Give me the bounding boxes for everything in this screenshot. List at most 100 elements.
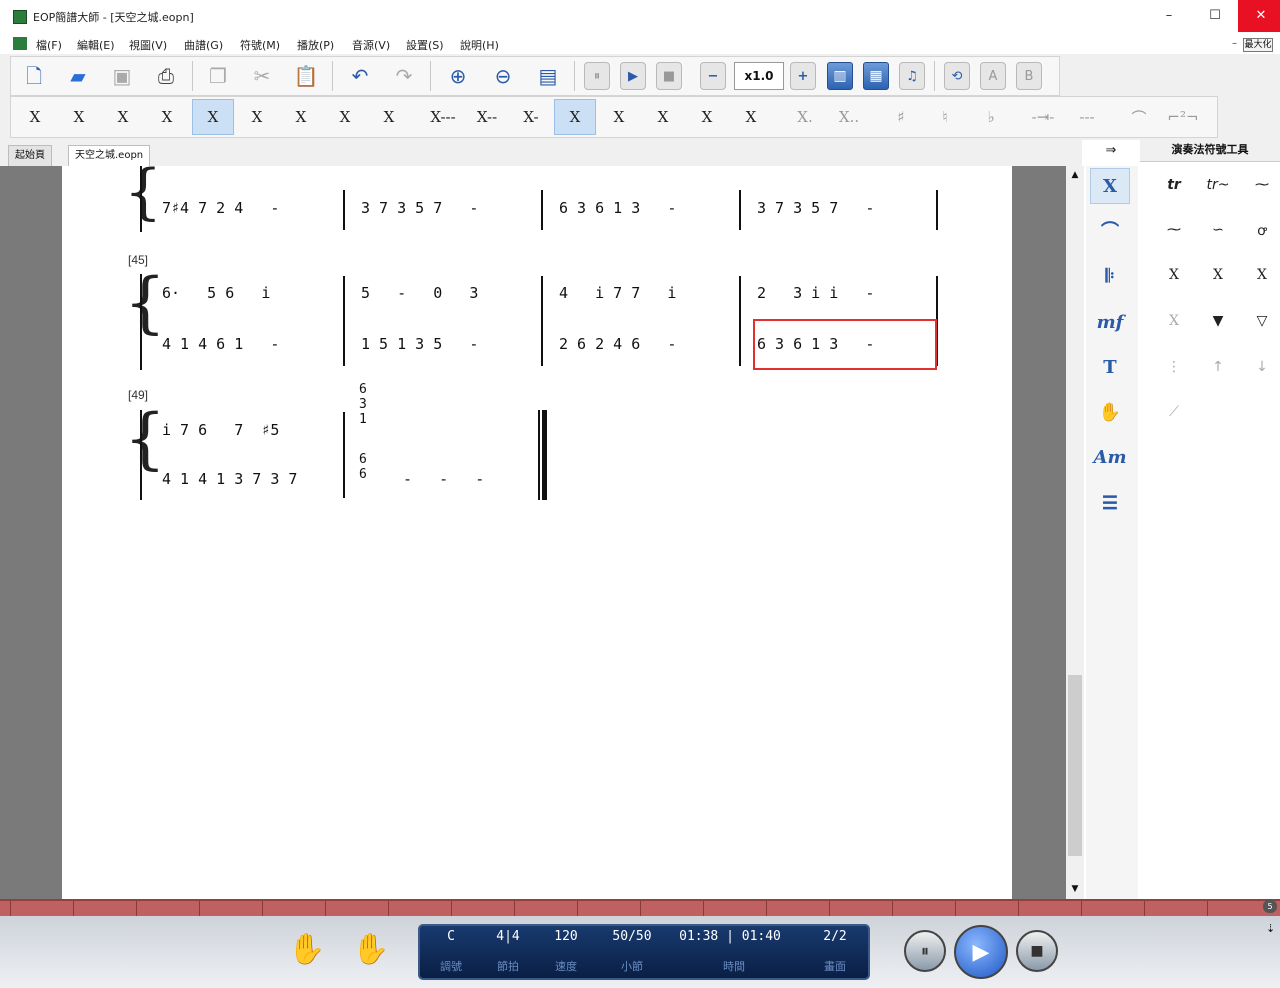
note-low1[interactable]: X [280, 99, 322, 135]
speed-down-button[interactable]: − [700, 62, 726, 90]
menu-score[interactable]: 曲譜(G) [184, 37, 223, 53]
zoom-in-button[interactable]: ⊕ [442, 60, 474, 92]
extend-button[interactable]: --- [1066, 99, 1108, 135]
page-view-button[interactable]: ▤ [532, 60, 564, 92]
cut-button[interactable]: ✂ [246, 60, 278, 92]
arpeggio-down[interactable]: ↓ [1242, 350, 1280, 384]
inverted-turn-ornament[interactable]: ꝍ [1242, 213, 1280, 247]
note-high1[interactable]: X [102, 99, 144, 135]
final-bass[interactable]: 6 6 [359, 452, 367, 482]
note-low[interactable]: X [236, 99, 278, 135]
measure-46-upper[interactable]: 5 - 0 3 [361, 284, 478, 302]
measure-44-lower[interactable]: 3 7 3 5 7 - [757, 199, 874, 217]
slur-button[interactable]: ⌒ [1118, 99, 1160, 135]
accent-outline[interactable]: ▽ [1242, 304, 1280, 338]
note-low2[interactable]: X [324, 99, 366, 135]
scroll-down-icon[interactable]: ▼ [1067, 884, 1083, 896]
copy-button[interactable]: ❐ [202, 60, 234, 92]
measure-49-lower[interactable]: 4 1 4 1 3 7 3 7 [162, 470, 297, 488]
note-high3[interactable]: X [14, 99, 56, 135]
score-page[interactable] [62, 166, 1012, 899]
layout-category-button[interactable]: ☰ [1090, 485, 1130, 521]
measure-43-lower[interactable]: 6 3 6 1 3 - [559, 199, 676, 217]
duration-64th[interactable]: X [730, 99, 772, 135]
scrollbar-thumb[interactable] [1068, 675, 1082, 856]
measure-47-lower[interactable]: 2 6 2 4 6 - [559, 335, 676, 353]
sidebar-toggle-icon[interactable]: ⇒ [1086, 141, 1136, 161]
playback-stop-button[interactable]: ■ [1016, 930, 1058, 972]
tie-button[interactable]: -⇥- [1022, 99, 1064, 135]
measure-47-upper[interactable]: 4 i 7 7 i [559, 284, 676, 302]
dynamics-category-button[interactable]: mf [1090, 304, 1130, 340]
grace-note-3[interactable]: X [1242, 258, 1280, 292]
ornament-category-button[interactable]: X [1090, 168, 1130, 204]
menu-settings[interactable]: 設置(S) [406, 37, 444, 53]
lower-mordent-ornament[interactable]: ⁓ [1154, 213, 1194, 247]
tab-start-page[interactable]: 起始頁 [8, 145, 52, 166]
tuplet-button[interactable]: ⌐²¬ [1162, 99, 1204, 135]
trill-extended-ornament[interactable]: tr~ [1198, 168, 1238, 202]
double-dotted-button[interactable]: X.. [828, 99, 870, 135]
ruler-zoom-badge[interactable]: 5 [1263, 900, 1277, 913]
menu-symbol[interactable]: 符號(M) [240, 37, 280, 53]
note-low3[interactable]: X [368, 99, 410, 135]
measure-48-upper[interactable]: 2 3 i i - [757, 284, 874, 302]
minimize-button[interactable]: – [1146, 0, 1192, 32]
save-button[interactable]: ▣ [106, 60, 138, 92]
mdi-maximize-button[interactable]: 最大化 [1243, 38, 1273, 52]
turn-ornament[interactable]: ∽ [1198, 213, 1238, 247]
measure-46-lower[interactable]: 1 5 1 3 5 - [361, 335, 478, 353]
ab-loop-button[interactable]: ⟲ [944, 62, 970, 90]
notation-switch-button[interactable]: ♫ [899, 62, 925, 90]
speed-up-button[interactable]: + [790, 62, 816, 90]
paste-button[interactable]: 📋 [290, 60, 322, 92]
scroll-up-icon[interactable]: ▲ [1067, 170, 1083, 182]
final-chord[interactable]: 6 3 1 [359, 382, 367, 427]
maximize-button[interactable]: ☐ [1192, 0, 1238, 32]
note-normal[interactable]: X [192, 99, 234, 135]
doc-icon[interactable] [13, 37, 27, 50]
close-button[interactable]: ✕ [1238, 0, 1280, 32]
menu-help[interactable]: 說明(H) [460, 37, 499, 53]
duration-sixteenth[interactable]: X [642, 99, 684, 135]
measure-49-upper[interactable]: i 7 6 7 ♯5 [162, 421, 279, 439]
measure-45-upper[interactable]: 6· 5 6 i [162, 284, 270, 302]
duration-half-dotted[interactable]: X-- [466, 99, 508, 135]
note-high[interactable]: X [146, 99, 188, 135]
play-button[interactable]: ▶ [620, 62, 646, 90]
measure-41-lower[interactable]: 7♯4 7 2 4 - [162, 199, 279, 217]
fermata-category-button[interactable]: ⌒ [1090, 212, 1130, 248]
menu-view[interactable]: 視圖(V) [129, 37, 167, 53]
selection-box[interactable] [753, 319, 937, 370]
chord-category-button[interactable]: Am [1090, 439, 1130, 475]
upper-mordent-ornament[interactable]: ⁓ [1242, 168, 1280, 202]
menu-audio[interactable]: 音源(V) [352, 37, 390, 53]
duration-whole[interactable]: X--- [420, 99, 466, 135]
undo-button[interactable]: ↶ [344, 60, 376, 92]
grace-note-4[interactable]: X [1154, 304, 1194, 338]
arpeggio-ornament[interactable]: ⋮ [1154, 350, 1194, 384]
menu-file[interactable]: 檔(F) [36, 37, 62, 53]
hand-category-button[interactable]: ✋ [1090, 394, 1130, 430]
open-button[interactable]: ▰ [62, 60, 94, 92]
playback-play-button[interactable]: ▶ [954, 925, 1008, 979]
mdi-minimize-button[interactable]: – [1232, 38, 1242, 50]
measure-45-lower[interactable]: 4 1 4 6 1 - [162, 335, 279, 353]
print-button[interactable]: ⎙ [150, 60, 182, 92]
menu-play[interactable]: 播放(P) [297, 37, 334, 53]
grace-note-1[interactable]: X [1154, 258, 1194, 292]
right-hand-icon[interactable]: ✋ [352, 932, 389, 967]
grace-note-2[interactable]: X [1198, 258, 1238, 292]
new-file-button[interactable]: 🗋 [18, 60, 50, 92]
measure-42-lower[interactable]: 3 7 3 5 7 - [361, 199, 478, 217]
final-dashes[interactable]: - - - [403, 470, 484, 488]
dotted-button[interactable]: X. [784, 99, 826, 135]
repeat-category-button[interactable]: 𝄆 [1090, 258, 1130, 294]
keyboard-view-button[interactable]: ▥ [827, 62, 853, 90]
mark-b-button[interactable]: B [1016, 62, 1042, 90]
speed-input[interactable]: x1.0 [734, 62, 784, 90]
duration-half[interactable]: X- [510, 99, 552, 135]
duration-32nd[interactable]: X [686, 99, 728, 135]
flat-button[interactable]: ♭ [970, 99, 1012, 135]
duration-quarter[interactable]: X [554, 99, 596, 135]
